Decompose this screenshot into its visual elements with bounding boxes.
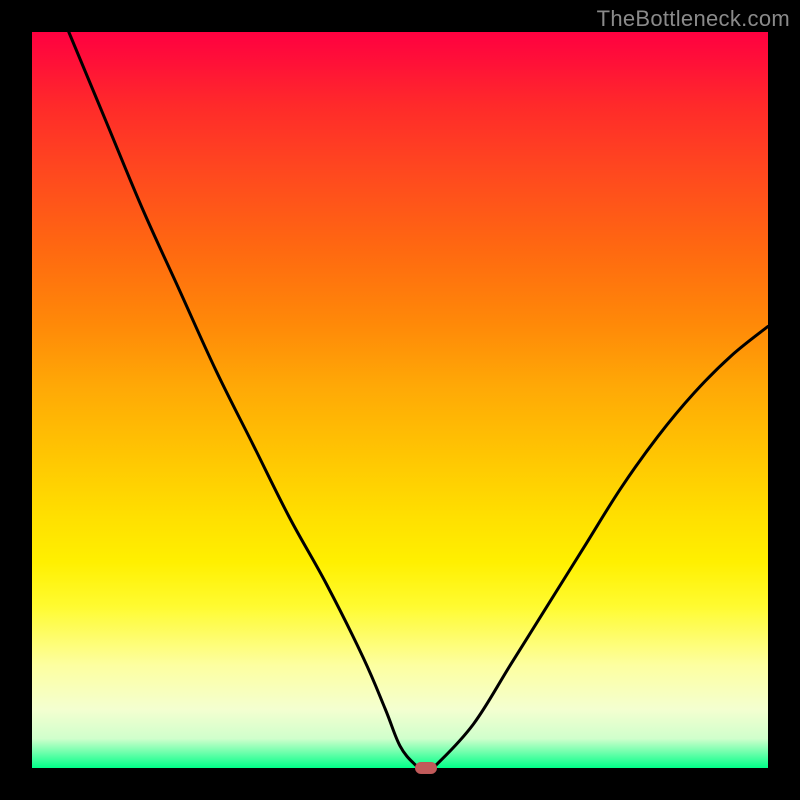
attribution-label: TheBottleneck.com <box>597 6 790 32</box>
curve-svg <box>32 32 768 768</box>
plot-area <box>32 32 768 768</box>
bottleneck-curve <box>69 32 768 768</box>
optimal-point-marker <box>415 762 437 774</box>
chart-frame: TheBottleneck.com <box>0 0 800 800</box>
